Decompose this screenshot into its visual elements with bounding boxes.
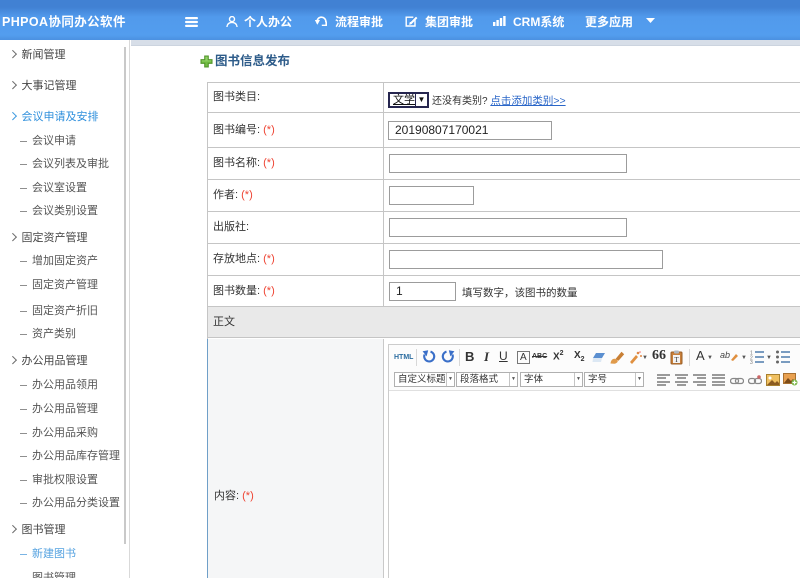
svg-text:T: T — [674, 356, 679, 364]
svg-text:3: 3 — [750, 360, 753, 364]
